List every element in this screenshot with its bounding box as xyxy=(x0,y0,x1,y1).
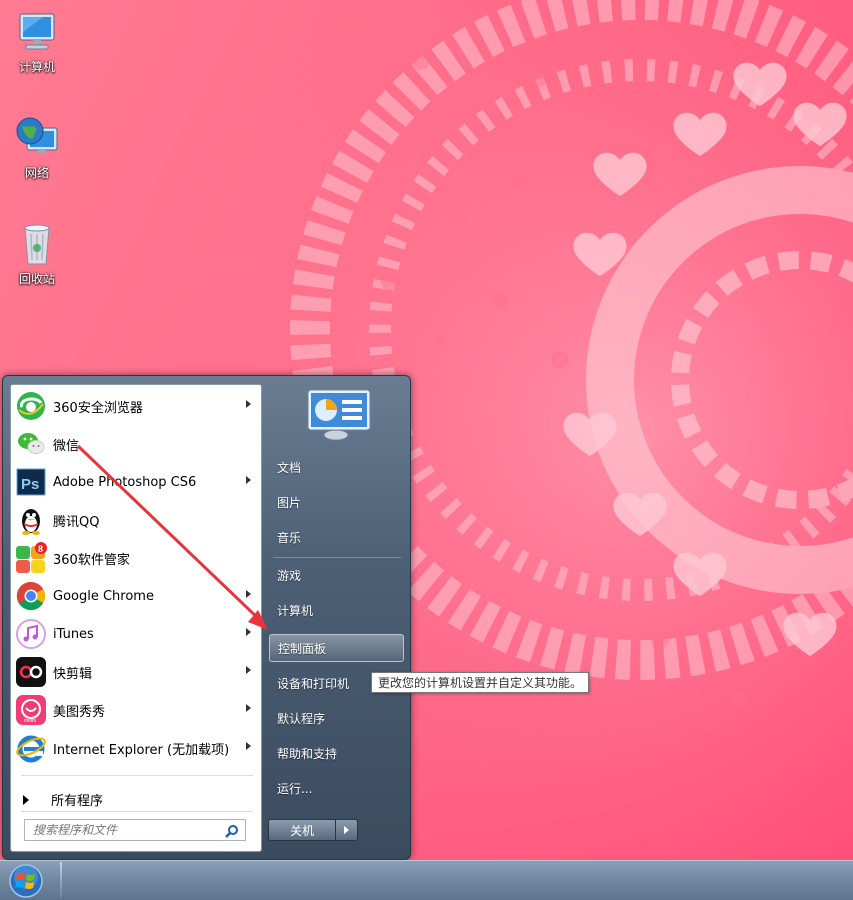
program-item-qq[interactable]: 腾讯QQ xyxy=(15,502,259,538)
start-item-pictures[interactable]: 图片 xyxy=(269,488,404,516)
start-menu: 360安全浏览器 微信 Ps Adobe Photoshop CS6 腾讯QQ … xyxy=(2,375,411,860)
start-item-help-support[interactable]: 帮助和支持 xyxy=(269,739,404,767)
control-panel-large-icon xyxy=(306,388,372,442)
start-item-run[interactable]: 运行... xyxy=(269,774,404,802)
search-box[interactable] xyxy=(24,819,246,841)
search-input[interactable] xyxy=(25,820,215,840)
start-button[interactable] xyxy=(6,863,46,899)
desktop-icon-label: 网络 xyxy=(24,166,49,180)
start-item-documents[interactable]: 文档 xyxy=(269,453,404,481)
wechat-icon xyxy=(15,428,47,460)
program-item-chrome[interactable]: Google Chrome xyxy=(15,578,259,614)
submenu-arrow-icon xyxy=(246,666,251,674)
start-item-label: 运行... xyxy=(277,781,313,796)
right-divider xyxy=(273,557,401,558)
start-item-computer[interactable]: 计算机 xyxy=(269,596,404,624)
arrow-right-icon xyxy=(344,826,349,834)
program-label: Adobe Photoshop CS6 xyxy=(53,474,197,490)
programs-divider xyxy=(21,775,253,776)
windows-logo-icon xyxy=(9,864,43,898)
control-panel-tooltip: 更改您的计算机设置并自定义其功能。 xyxy=(371,672,590,693)
start-item-music[interactable]: 音乐 xyxy=(269,523,404,551)
desktop-icon-network[interactable]: 网络 xyxy=(6,114,68,181)
program-item-wechat[interactable]: 微信 xyxy=(15,426,259,462)
360-software-manager-icon: 8 xyxy=(15,542,47,574)
program-label: Google Chrome xyxy=(53,588,154,604)
network-globe-icon xyxy=(13,114,61,162)
qq-penguin-icon xyxy=(15,504,47,536)
start-menu-programs-pane: 360安全浏览器 微信 Ps Adobe Photoshop CS6 腾讯QQ … xyxy=(10,384,262,852)
svg-text:Ps: Ps xyxy=(21,476,39,493)
submenu-arrow-icon xyxy=(246,476,251,484)
desktop-icon-label: 计算机 xyxy=(18,60,55,74)
start-item-games[interactable]: 游戏 xyxy=(269,561,404,589)
program-label: iTunes xyxy=(53,626,94,642)
program-label: 360安全浏览器 xyxy=(53,400,143,416)
shutdown-button[interactable]: 关机 xyxy=(268,819,336,841)
program-item-photoshop[interactable]: Ps Adobe Photoshop CS6 xyxy=(15,464,259,500)
recycle-bin-icon xyxy=(13,220,61,268)
shutdown-options-button[interactable] xyxy=(336,819,358,841)
submenu-arrow-icon xyxy=(246,400,251,408)
start-item-label: 帮助和支持 xyxy=(277,746,338,761)
itunes-icon xyxy=(15,618,47,650)
start-item-control-panel[interactable]: 控制面板 xyxy=(269,634,404,662)
computer-icon xyxy=(13,8,61,56)
360-browser-icon xyxy=(15,390,47,422)
submenu-arrow-icon xyxy=(246,590,251,598)
tooltip-text: 更改您的计算机设置并自定义其功能。 xyxy=(378,676,583,690)
all-programs-item[interactable]: 所有程序 xyxy=(23,790,103,809)
search-divider xyxy=(21,811,253,812)
program-label: Internet Explorer (无加载项) xyxy=(53,742,230,758)
desktop-icon-computer[interactable]: 计算机 xyxy=(6,8,68,75)
submenu-arrow-icon xyxy=(246,742,251,750)
start-item-label: 图片 xyxy=(277,495,302,510)
program-item-internet-explorer[interactable]: Internet Explorer (无加载项) xyxy=(15,730,259,766)
svg-text:meitu: meitu xyxy=(24,718,36,724)
program-item-meitu[interactable]: meitu 美图秀秀 xyxy=(15,692,259,728)
program-item-360-browser[interactable]: 360安全浏览器 xyxy=(15,388,259,424)
start-item-label: 游戏 xyxy=(277,568,302,583)
program-label: 腾讯QQ xyxy=(53,514,100,530)
svg-text:8: 8 xyxy=(38,544,43,554)
photoshop-icon: Ps xyxy=(15,466,47,498)
start-item-label: 计算机 xyxy=(277,603,314,618)
program-item-itunes[interactable]: iTunes xyxy=(15,616,259,652)
submenu-arrow-icon xyxy=(246,628,251,636)
desktop-icon-recycle-bin[interactable]: 回收站 xyxy=(6,220,68,287)
program-label: 美图秀秀 xyxy=(53,704,106,720)
triangle-right-icon xyxy=(23,794,29,805)
kuaijianji-icon xyxy=(15,656,47,688)
all-programs-label: 所有程序 xyxy=(51,794,104,809)
start-item-label: 控制面板 xyxy=(278,641,327,656)
program-item-kuaijianji[interactable]: 快剪辑 xyxy=(15,654,259,690)
start-item-default-programs[interactable]: 默认程序 xyxy=(269,704,404,732)
start-item-label: 设备和打印机 xyxy=(277,676,350,691)
taskbar xyxy=(0,860,853,900)
start-item-label: 音乐 xyxy=(277,530,302,545)
program-label: 360软件管家 xyxy=(53,552,130,568)
desktop-icon-label: 回收站 xyxy=(18,272,55,286)
chrome-icon xyxy=(15,580,47,612)
start-item-label: 文档 xyxy=(277,460,302,475)
start-item-label: 默认程序 xyxy=(277,711,326,726)
program-label: 微信 xyxy=(53,438,80,454)
shutdown-label: 关机 xyxy=(289,823,314,838)
program-item-360-software-manager[interactable]: 8 360软件管家 xyxy=(15,540,259,576)
search-icon[interactable] xyxy=(225,824,239,838)
submenu-arrow-icon xyxy=(246,704,251,712)
meitu-icon: meitu xyxy=(15,694,47,726)
taskbar-divider xyxy=(60,862,62,898)
program-label: 快剪辑 xyxy=(53,666,93,682)
internet-explorer-icon xyxy=(15,732,47,764)
